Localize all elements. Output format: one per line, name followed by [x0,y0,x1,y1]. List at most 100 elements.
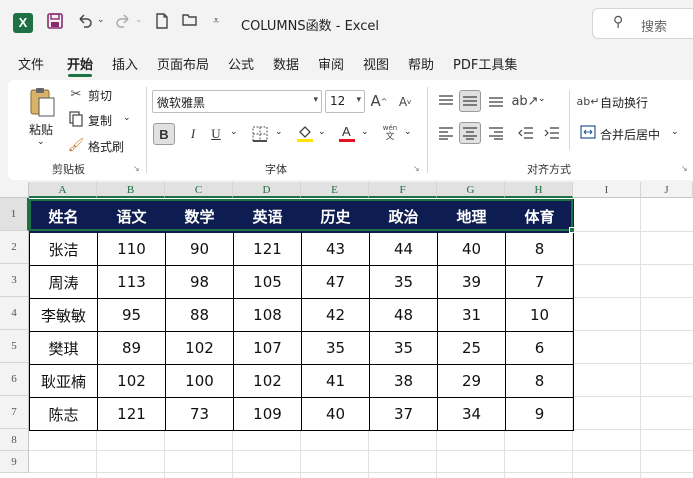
copy-dropdown-icon[interactable]: ⌄ [123,113,131,123]
table-cell[interactable]: 43 [301,232,370,266]
fill-color-dropdown-icon[interactable]: ⌄ [318,127,326,137]
tab-pdf-tools[interactable]: PDF工具集 [453,54,517,73]
orientation-icon[interactable]: ab↗ [511,92,538,110]
decrease-font-size-icon[interactable]: Av [398,93,412,111]
bold-button[interactable]: B [153,123,175,145]
merge-center-button[interactable]: 合并后居中 [600,126,660,143]
table-cell[interactable]: 121 [97,397,166,431]
fill-color-icon[interactable] [296,123,314,143]
undo-dropdown-icon[interactable]: ⌄ [97,15,105,25]
table-cell[interactable]: 40 [437,232,506,266]
tab-file[interactable]: 文件 [18,54,44,73]
row-header-9[interactable]: 9 [0,451,29,473]
italic-button[interactable]: I [182,123,204,145]
header-cell-history[interactable]: 历史 [301,199,370,233]
table-cell[interactable]: 李敏敏 [29,298,98,332]
clipboard-launcher-icon[interactable]: ↘ [133,164,140,173]
column-header-b[interactable]: B [97,182,165,198]
column-header-d[interactable]: D [233,182,301,198]
table-cell[interactable]: 8 [505,232,574,266]
table-cell[interactable]: 47 [301,265,370,299]
row-header-3[interactable]: 3 [0,264,29,297]
tab-page-layout[interactable]: 页面布局 [157,54,209,73]
wrap-text-icon[interactable]: ab↵ [577,92,600,110]
table-cell[interactable]: 6 [505,331,574,365]
table-cell[interactable]: 108 [233,298,302,332]
table-cell[interactable]: 44 [369,232,438,266]
column-header-i[interactable]: I [573,182,641,198]
align-bottom-icon[interactable] [485,90,507,112]
cut-button[interactable]: 剪切 [88,87,112,104]
row-header-2[interactable]: 2 [0,231,29,264]
borders-icon[interactable] [251,125,269,143]
table-cell[interactable]: 42 [301,298,370,332]
search-input[interactable]: ⚲ 搜索 [592,8,693,39]
paste-icon[interactable] [28,86,56,118]
alignment-launcher-icon[interactable]: ↘ [681,164,688,173]
save-icon[interactable] [46,12,64,30]
table-cell[interactable]: 98 [165,265,234,299]
tab-help[interactable]: 帮助 [408,54,434,73]
table-cell[interactable]: 73 [165,397,234,431]
font-color-icon[interactable]: A [338,123,356,143]
table-cell[interactable]: 113 [97,265,166,299]
align-left-icon[interactable] [435,122,457,144]
merge-dropdown-icon[interactable]: ⌄ [671,127,679,137]
table-cell[interactable]: 37 [369,397,438,431]
table-cell[interactable]: 35 [301,331,370,365]
open-folder-icon[interactable] [181,12,199,28]
align-top-icon[interactable] [435,90,457,112]
table-cell[interactable]: 48 [369,298,438,332]
align-middle-icon[interactable] [459,90,481,112]
row-header-7[interactable]: 7 [0,396,29,429]
increase-font-size-icon[interactable]: A ^ [371,91,388,111]
tab-insert[interactable]: 插入 [112,54,138,73]
table-cell[interactable]: 张洁 [29,232,98,266]
row-header-6[interactable]: 6 [0,363,29,396]
format-painter-button[interactable]: 格式刷 [88,138,124,155]
phonetic-guide-icon[interactable]: wén 文 [381,123,399,143]
copy-icon[interactable] [68,111,84,127]
column-header-c[interactable]: C [165,182,233,198]
table-cell[interactable]: 31 [437,298,506,332]
table-cell[interactable]: 陈志 [29,397,98,431]
decrease-indent-icon[interactable] [515,122,537,144]
worksheet-grid[interactable]: A B C D E F G H I J 1 2 3 4 5 6 7 8 9 姓名… [0,182,693,478]
table-cell[interactable]: 耿亚楠 [29,364,98,398]
column-header-g[interactable]: G [437,182,505,198]
table-cell[interactable]: 29 [437,364,506,398]
row-header-4[interactable]: 4 [0,297,29,330]
row-header-8[interactable]: 8 [0,429,29,451]
phonetic-dropdown-icon[interactable]: ⌄ [404,127,412,137]
column-header-h[interactable]: H [505,182,573,198]
header-cell-geography[interactable]: 地理 [437,199,506,233]
header-cell-politics[interactable]: 政治 [369,199,438,233]
tab-data[interactable]: 数据 [273,54,299,73]
table-cell[interactable]: 121 [233,232,302,266]
table-cell[interactable]: 100 [165,364,234,398]
orientation-dropdown-icon[interactable]: ⌄ [538,94,546,104]
tab-home[interactable]: 开始 [67,54,93,73]
align-right-icon[interactable] [485,122,507,144]
column-header-a[interactable]: A [29,182,97,198]
new-file-icon[interactable] [154,12,170,30]
row-header-5[interactable]: 5 [0,330,29,363]
table-cell[interactable]: 40 [301,397,370,431]
wrap-text-button[interactable]: 自动换行 [600,94,648,111]
table-cell[interactable]: 樊琪 [29,331,98,365]
header-cell-math[interactable]: 数学 [165,199,234,233]
copy-button[interactable]: 复制 [88,112,112,129]
table-cell[interactable]: 8 [505,364,574,398]
table-cell[interactable]: 9 [505,397,574,431]
align-center-icon[interactable] [459,122,481,144]
table-cell[interactable]: 95 [97,298,166,332]
cut-icon[interactable]: ✂ [69,86,83,102]
header-cell-name[interactable]: 姓名 [29,199,98,233]
increase-indent-icon[interactable] [541,122,563,144]
underline-button[interactable]: U [205,123,227,145]
column-header-j[interactable]: J [641,182,693,198]
paste-button[interactable]: 粘贴 [29,121,53,138]
tab-formulas[interactable]: 公式 [228,54,254,73]
table-cell[interactable]: 35 [369,265,438,299]
font-launcher-icon[interactable]: ↘ [413,164,420,173]
